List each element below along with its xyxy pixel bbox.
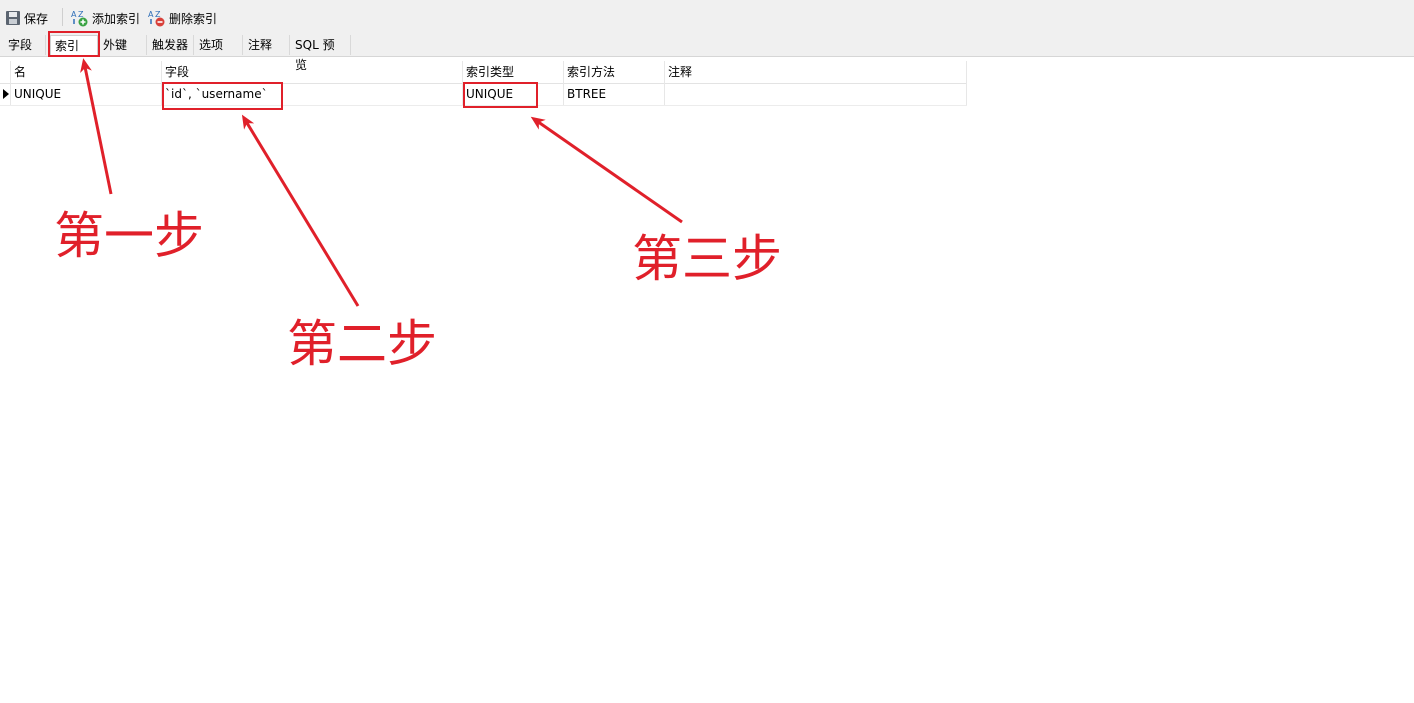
delete-index-icon: A Z [148, 9, 166, 27]
save-label: 保存 [24, 11, 49, 26]
toolbar-separator [62, 8, 63, 26]
add-index-button[interactable]: A Z 添加索引 [71, 8, 140, 28]
tab-triggers[interactable]: 触发器 [148, 35, 194, 55]
toolbar: 保存 A Z 添加索引 A Z 删除索引 [0, 0, 1414, 34]
arrow-step-2 [241, 114, 360, 307]
index-editor-page: 保存 A Z 添加索引 A Z 删除索引 字段 索引 外键 触发器 选项 注释 … [0, 0, 1414, 703]
table-row[interactable]: UNIQUE `id`, `username` UNIQUE BTREE [0, 83, 967, 106]
grid-header-row: 名 字段 索引类型 索引方法 注释 [0, 61, 967, 84]
step-two-label: 第二步 [287, 315, 437, 373]
tab-foreign-keys[interactable]: 外键 [99, 35, 147, 55]
column-header-name[interactable]: 名 [10, 61, 161, 83]
column-header-comment[interactable]: 注释 [664, 61, 967, 83]
cell-index-fields[interactable]: `id`, `username` [161, 83, 462, 105]
save-icon [5, 10, 21, 26]
delete-index-label: 删除索引 [169, 11, 218, 26]
svg-text:A: A [71, 10, 77, 19]
cell-index-type[interactable]: UNIQUE [462, 83, 563, 105]
cell-index-comment[interactable] [664, 83, 967, 105]
column-header-index-type[interactable]: 索引类型 [462, 61, 563, 83]
tab-options[interactable]: 选项 [195, 35, 243, 55]
tab-sql-preview[interactable]: SQL 预览 [291, 35, 351, 72]
current-row-marker-icon [3, 89, 9, 99]
save-button[interactable]: 保存 [5, 8, 48, 28]
tab-fields[interactable]: 字段 [4, 35, 46, 55]
column-header-index-method[interactable]: 索引方法 [563, 61, 664, 83]
tab-bar: 字段 索引 外键 触发器 选项 注释 SQL 预览 [0, 34, 1414, 72]
add-index-label: 添加索引 [92, 11, 141, 26]
arrow-step-3 [530, 116, 683, 224]
column-header-fields[interactable]: 字段 [161, 61, 462, 83]
tab-indexes[interactable]: 索引 [50, 35, 98, 55]
svg-text:A: A [148, 10, 154, 19]
index-grid: 名 字段 索引类型 索引方法 注释 UNIQUE `id`, `username… [0, 61, 967, 106]
add-index-icon: A Z [71, 9, 89, 27]
step-one-label: 第一步 [54, 207, 204, 265]
step-three-label: 第三步 [632, 230, 782, 288]
tab-comments[interactable]: 注释 [244, 35, 290, 55]
delete-index-button[interactable]: A Z 删除索引 [148, 8, 217, 28]
cell-index-name[interactable]: UNIQUE [10, 83, 161, 105]
cell-index-method[interactable]: BTREE [563, 83, 664, 105]
